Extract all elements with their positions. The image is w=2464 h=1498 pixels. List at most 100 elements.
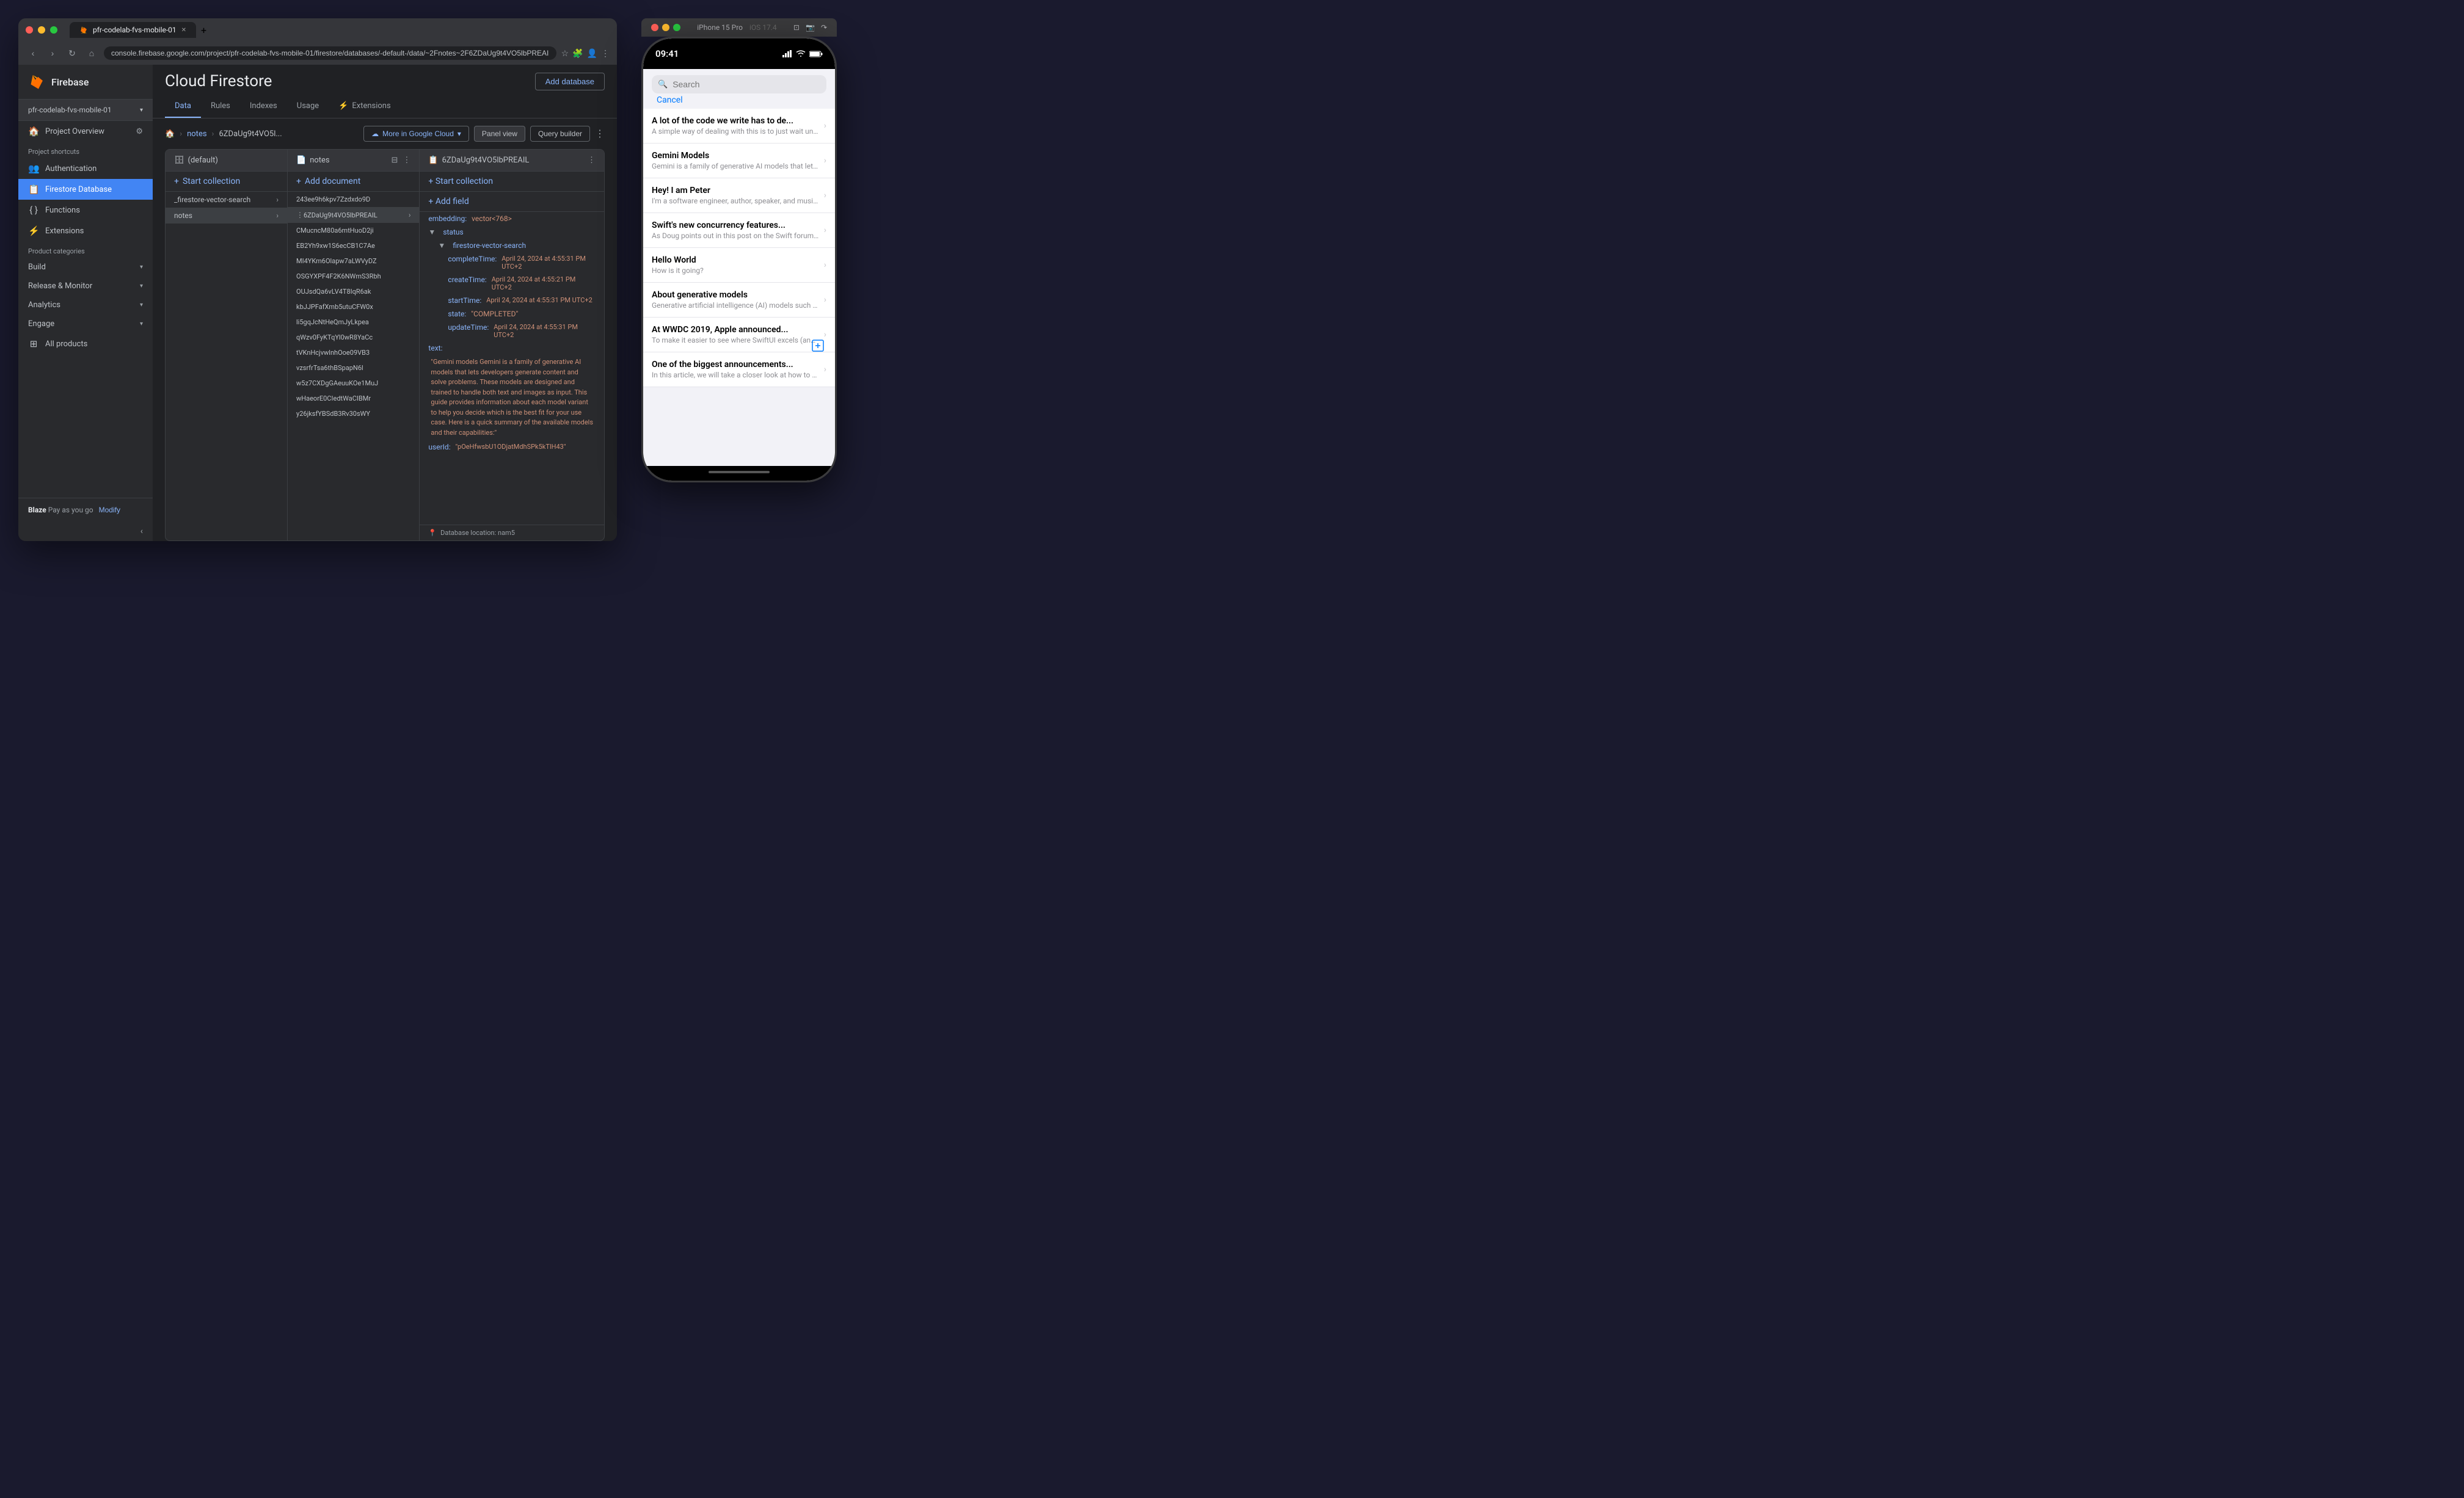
note-item-CMu[interactable]: CMucncM80a6mtHuoD2ji [288,223,419,238]
note-item-kbJ[interactable]: kbJJPFafXmb5utuCFW0x [288,299,419,315]
note-list-item[interactable]: Hey! I am Peter I'm a software engineer,… [643,178,835,213]
iphone-screen: 09:41 [643,38,835,481]
address-bar[interactable] [104,46,556,60]
panel-view-btn[interactable]: Panel view [474,126,525,142]
iphone-screenshot-btn[interactable]: 📷 [806,23,815,32]
tab-data[interactable]: Data [165,95,201,118]
iphone-tl-red[interactable] [651,24,658,31]
note-item-MI4[interactable]: MI4YKm6Olapw7aLWVyDZ [288,253,419,269]
note-item-dots: ⋮ [296,211,304,219]
sidebar-item-extensions[interactable]: ⚡ Extensions [18,220,153,241]
compose-note-btn[interactable] [811,338,825,357]
iphone-home-btn[interactable]: ⊡ [793,23,800,32]
panel-document-title: 6ZDaUg9t4VO5lbPREAIL [442,156,530,165]
start-collection-btn-2[interactable]: + Start collection [420,172,604,192]
more-options-btn[interactable]: ⋮ [595,128,605,140]
browser-tab-active[interactable]: pfr-codelab-fvs-mobile-01 ✕ [70,22,196,38]
profile-btn[interactable]: 👤 [587,48,597,59]
note-list-item[interactable]: About generative models Generative artif… [643,283,835,318]
note-list-item[interactable]: One of the biggest announcements... In t… [643,352,835,387]
sidebar-category-release[interactable]: Release & Monitor ▾ [18,277,153,296]
sidebar-item-firestore[interactable]: 📋 Firestore Database [18,179,153,200]
sidebar-category-engage[interactable]: Engage ▾ [18,315,153,333]
firestore-toolbar: 🏠 › notes › 6ZDaUg9t4VO5l... ☁ More in G… [165,118,605,149]
note-item-w5z[interactable]: w5z7CXDgGAeuuKOe1MuJ [288,376,419,391]
note-item-6ZD[interactable]: ⋮ 6ZDaUg9t4VO5lbPREAIL › [288,207,419,223]
note-item-li5[interactable]: li5gqJcNtHeQmJyLkpea [288,315,419,330]
tab-indexes[interactable]: Indexes [240,95,287,118]
main-tabs: Data Rules Indexes Usage ⚡ Extensions [153,95,617,118]
note-item-qWz[interactable]: qWzv0FyKTqYl0wR8YaCc [288,330,419,345]
note-item-OUJ[interactable]: OUJsdQa6vLV4T8IqR6ak [288,284,419,299]
iphone-rotate-btn[interactable]: ↷ [821,23,827,32]
panel-document-options[interactable]: ⋮ [588,156,596,165]
note-list-item[interactable]: Hello World How is it going? › [643,248,835,283]
sidebar-category-analytics[interactable]: Analytics ▾ [18,296,153,315]
engage-chevron-icon: ▾ [140,321,143,327]
note-item-OSG[interactable]: OSGYXPF4F2K6NWmS3Rbh [288,269,419,284]
panel-item-notes[interactable]: notes › [166,208,287,224]
sidebar-item-functions[interactable]: { } Functions [18,200,153,220]
note-item-y26[interactable]: y26jksfYBSdB3Rv30sWY [288,406,419,421]
refresh-button[interactable]: ↻ [65,46,79,60]
tab-extensions[interactable]: ⚡ Extensions [329,95,401,118]
sidebar-label-release: Release & Monitor [28,282,92,291]
panel-item-vector-search[interactable]: _firestore-vector-search › [166,192,287,208]
search-cancel-btn[interactable]: Cancel [657,95,683,105]
back-button[interactable]: ‹ [26,46,40,60]
project-selector[interactable]: pfr-codelab-fvs-mobile-01 ▾ [18,100,153,121]
panel-notes-more[interactable]: ⋮ [403,156,410,165]
note-list-item[interactable]: Swift's new concurrency features... As D… [643,213,835,248]
sidebar-item-authentication[interactable]: 👥 Authentication [18,158,153,179]
note-item-vzs[interactable]: vzsrfrTsa6thBSpapN6l [288,360,419,376]
note-preview-4: How is it going? [652,266,819,275]
tab-usage[interactable]: Usage [287,95,329,118]
note-item-243[interactable]: 243ee9h6kpv7Zzdxdo9D [288,192,419,207]
new-tab-btn[interactable]: + [201,24,206,36]
add-document-btn[interactable]: + Add document [288,172,419,192]
query-builder-btn[interactable]: Query builder [530,126,590,142]
panel-default-header: 🗄 (default) [166,150,287,172]
note-item-EB2[interactable]: EB2Yh9xw1S6ecCB1C7Ae [288,238,419,253]
sidebar-item-label-auth: Authentication [45,164,97,173]
menu-btn[interactable]: ⋮ [601,48,610,59]
document-fields: embedding: vector<768> ▼ status ▼ firest… [420,212,604,525]
sidebar-item-all-products[interactable]: ⊞ All products [18,333,153,354]
breadcrumb: 🏠 › notes › 6ZDaUg9t4VO5l... [165,129,282,139]
more-google-cloud-btn[interactable]: ☁ More in Google Cloud ▾ [363,126,469,142]
note-list-item[interactable]: At WWDC 2019, Apple announced... To make… [643,318,835,352]
breadcrumb-collection-link[interactable]: notes [187,129,206,139]
settings-icon[interactable]: ⚙ [136,127,143,136]
sidebar-item-label-extensions: Extensions [45,227,84,236]
database-location: Database location: nam5 [440,529,515,537]
extensions-btn[interactable]: 🧩 [572,48,583,59]
note-item-tVK[interactable]: tVKnHcjvwlnhOoe09VB3 [288,345,419,360]
notes-search-field[interactable] [672,79,820,89]
filter-icon[interactable]: ⊟ [392,156,398,165]
iphone-tl-green[interactable] [673,24,680,31]
add-database-btn[interactable]: Add database [535,73,605,90]
sidebar-item-project-overview[interactable]: 🏠 Project Overview ⚙ [18,121,153,142]
modify-plan-btn[interactable]: Modify [99,506,120,514]
home-button[interactable]: ⌂ [84,46,99,60]
traffic-light-maximize[interactable] [50,26,57,34]
start-collection-btn-1[interactable]: + Start collection [166,172,287,192]
note-list-item[interactable]: Gemini Models Gemini is a family of gene… [643,144,835,178]
tab-close-btn[interactable]: ✕ [181,27,186,34]
note-list-item[interactable]: A lot of the code we write has to de... … [643,109,835,144]
traffic-light-minimize[interactable] [38,26,45,34]
note-item-wHa[interactable]: wHaeorE0CIedtWaCIBMr [288,391,419,406]
breadcrumb-home-icon[interactable]: 🏠 [165,129,175,139]
forward-button[interactable]: › [45,46,60,60]
note-content-6: At WWDC 2019, Apple announced... To make… [652,325,819,344]
sidebar-category-build[interactable]: Build ▾ [18,258,153,277]
tab-rules[interactable]: Rules [201,95,240,118]
add-field-btn[interactable]: + Add field [420,192,604,212]
notes-search-input-container[interactable]: 🔍 [652,75,826,93]
collapse-sidebar-btn[interactable]: ‹ [18,522,153,541]
note-chevron-7: › [824,365,826,374]
traffic-light-close[interactable] [26,26,33,34]
iphone-tl-yellow[interactable] [662,24,669,31]
note-title-3: Swift's new concurrency features... [652,220,819,230]
bookmark-btn[interactable]: ☆ [561,48,569,59]
